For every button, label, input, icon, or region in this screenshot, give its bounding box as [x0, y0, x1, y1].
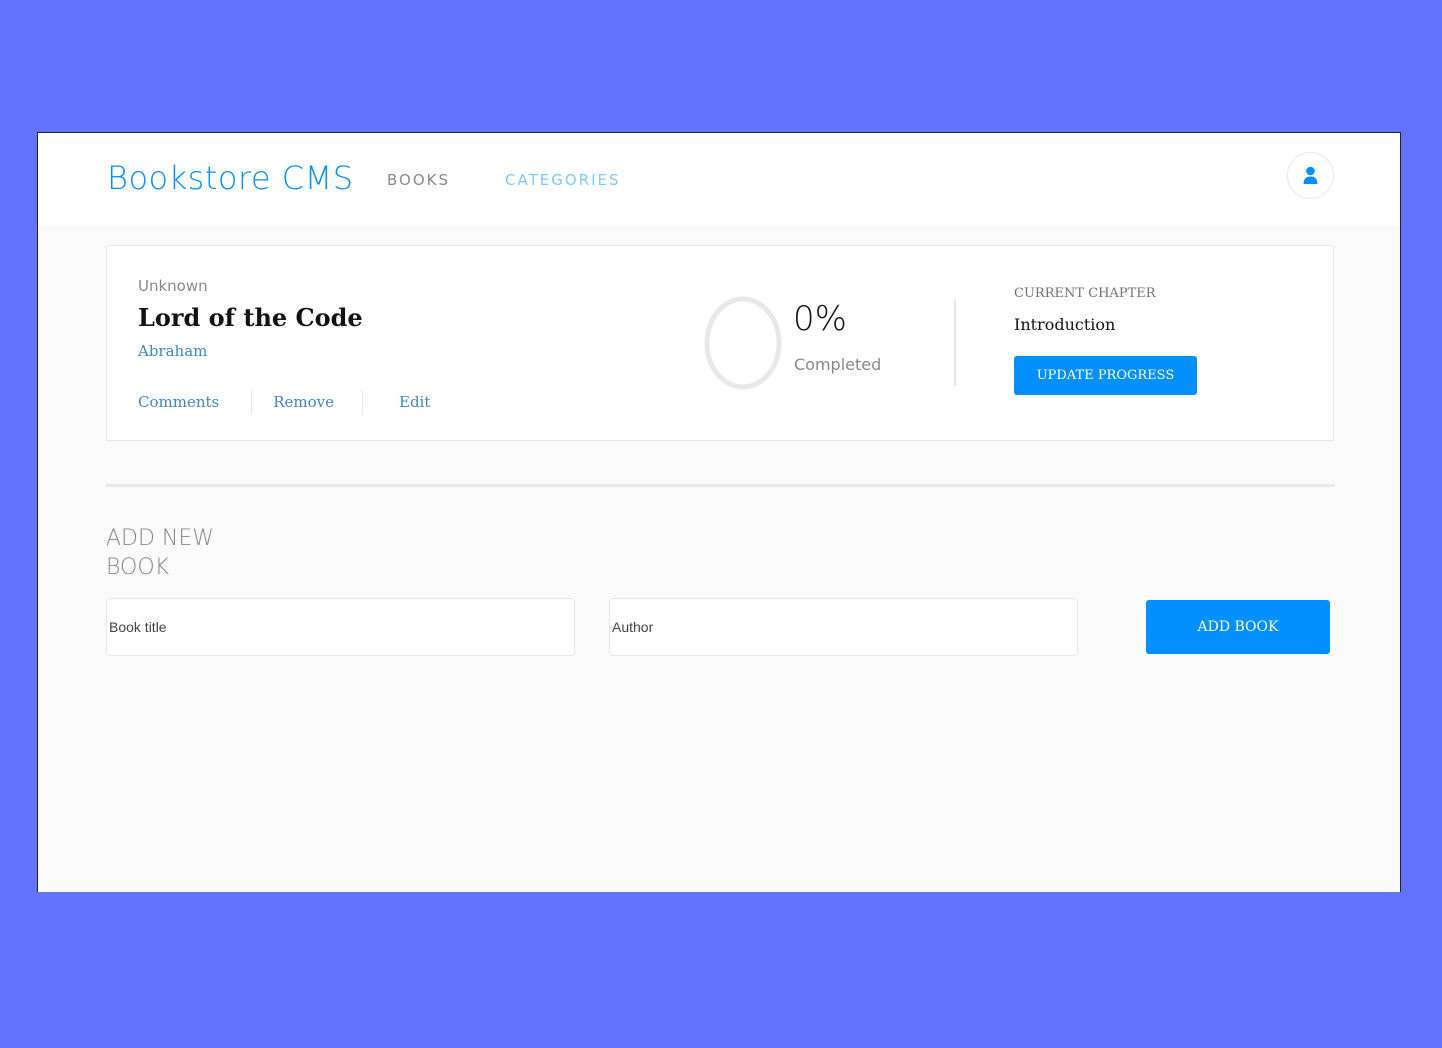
section-divider [106, 484, 1335, 487]
book-title: Lord of the Code [138, 303, 363, 332]
brand-logo[interactable]: Bookstore CMS [107, 159, 354, 197]
update-progress-button[interactable]: UPDATE PROGRESS [1014, 356, 1197, 395]
progress-ring [704, 296, 782, 390]
current-chapter-name: Introduction [1014, 315, 1116, 334]
action-divider [362, 390, 363, 414]
user-icon [1303, 166, 1318, 184]
current-chapter-label: CURRENT CHAPTER [1014, 286, 1156, 301]
app-window: Bookstore CMS BOOKS CATEGORIES Unknown L… [37, 132, 1401, 892]
nav-categories-link[interactable]: CATEGORIES [505, 171, 621, 189]
action-divider [251, 390, 253, 414]
book-actions: Comments Remove Edit [138, 390, 430, 414]
book-card: Unknown Lord of the Code Abraham Comment… [106, 245, 1334, 441]
book-author[interactable]: Abraham [138, 342, 207, 360]
author-input[interactable] [609, 598, 1078, 656]
card-divider [954, 299, 956, 386]
add-book-button[interactable]: ADD BOOK [1146, 600, 1330, 654]
remove-button[interactable]: Remove [273, 393, 334, 411]
comments-button[interactable]: Comments [138, 393, 219, 411]
nav-books-link[interactable]: BOOKS [387, 171, 450, 189]
book-title-input[interactable] [106, 598, 575, 656]
edit-button[interactable]: Edit [399, 393, 430, 411]
add-book-heading: ADD NEW BOOK [106, 526, 215, 580]
progress-completed-label: Completed [794, 355, 882, 374]
profile-button[interactable] [1287, 152, 1334, 199]
header: Bookstore CMS BOOKS CATEGORIES [38, 133, 1400, 226]
book-genre: Unknown [138, 277, 208, 295]
progress-percent: 0% [793, 299, 847, 339]
